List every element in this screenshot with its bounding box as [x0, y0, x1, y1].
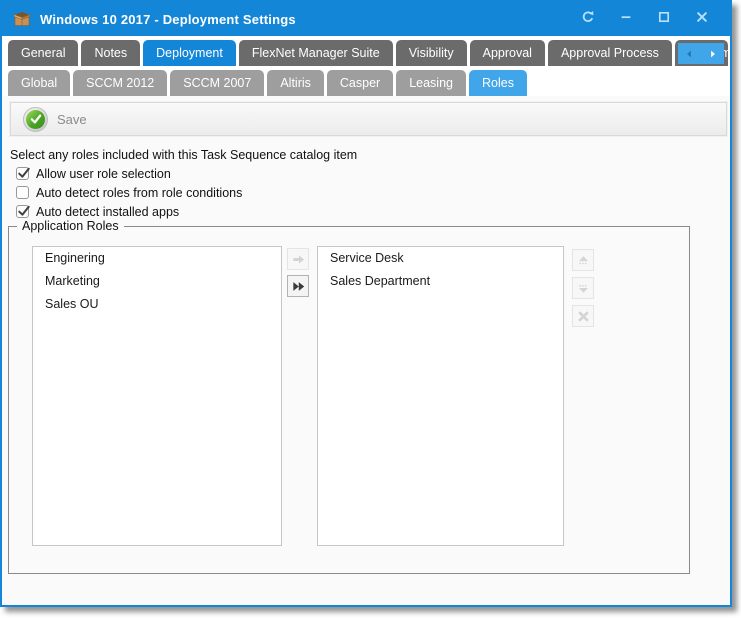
checkbox-auto-detect-roles-from-role-conditions[interactable]: Auto detect roles from role conditions [16, 183, 242, 202]
subtab-sccm-2012[interactable]: SCCM 2012 [73, 70, 167, 96]
role-options-group: Allow user role selection Auto detect rol… [16, 164, 242, 221]
checked-checkbox-icon[interactable] [16, 167, 29, 180]
save-button[interactable]: Save [11, 103, 99, 135]
list-item-sales-department[interactable]: Sales Department [318, 270, 563, 293]
check-circle-icon [23, 107, 48, 132]
subtab-global[interactable]: Global [8, 70, 70, 96]
move-right-button[interactable] [287, 248, 309, 270]
list-item-marketing[interactable]: Marketing [33, 270, 281, 293]
tab-scroller[interactable] [678, 43, 724, 64]
double-arrow-right-icon [291, 279, 306, 294]
assigned-roles-list[interactable]: Service DeskSales Department [317, 246, 564, 546]
checkbox-label: Allow user role selection [36, 167, 171, 181]
maximize-button[interactable] [656, 11, 672, 27]
tab-general[interactable]: General [8, 40, 78, 66]
tab-approval-process[interactable]: Approval Process [548, 40, 672, 66]
sub-tab-row: GlobalSCCM 2012SCCM 2007AltirisCasperLea… [8, 70, 728, 96]
arrow-down-icon [576, 281, 591, 296]
roles-tab-panel: Save Select any roles included with this… [2, 96, 730, 605]
chevron-right-icon[interactable] [707, 48, 719, 60]
tab-approval[interactable]: Approval [470, 40, 545, 66]
tab-deployment[interactable]: Deployment [143, 40, 236, 66]
titlebar: Windows 10 2017 - Deployment Settings [2, 2, 730, 36]
subtab-sccm-2007[interactable]: SCCM 2007 [170, 70, 264, 96]
tab-notes[interactable]: Notes [81, 40, 140, 66]
checked-checkbox-icon[interactable] [16, 205, 29, 218]
subtab-casper[interactable]: Casper [327, 70, 393, 96]
instruction-text: Select any roles included with this Task… [10, 148, 357, 162]
list-item-enginering[interactable]: Enginering [33, 247, 281, 270]
minimize-button[interactable] [618, 11, 634, 27]
arrow-right-icon [291, 252, 306, 267]
available-roles-list[interactable]: EngineringMarketingSales OU [32, 246, 282, 546]
save-button-label: Save [57, 112, 87, 127]
checkbox-label: Auto detect installed apps [36, 205, 179, 219]
arrow-up-icon [576, 253, 591, 268]
move-all-right-button[interactable] [287, 275, 309, 297]
refresh-button[interactable] [580, 11, 596, 27]
refresh-icon [581, 10, 595, 29]
application-roles-groupbox: Application Roles EngineringMarketingSal… [8, 226, 690, 574]
chevron-left-icon[interactable] [683, 48, 695, 60]
tab-visibility[interactable]: Visibility [396, 40, 467, 66]
groupbox-label: Application Roles [17, 219, 124, 233]
list-item-service-desk[interactable]: Service Desk [318, 247, 563, 270]
close-icon [695, 10, 709, 29]
tab-flexnet-manager-suite[interactable]: FlexNet Manager Suite [239, 40, 393, 66]
delete-x-icon [576, 309, 591, 324]
unchecked-checkbox-icon[interactable] [16, 186, 29, 199]
remove-button[interactable] [572, 305, 594, 327]
subtab-leasing[interactable]: Leasing [396, 70, 466, 96]
window-title: Windows 10 2017 - Deployment Settings [40, 12, 296, 27]
package-icon [12, 9, 32, 29]
subtab-altiris[interactable]: Altiris [267, 70, 324, 96]
move-down-button[interactable] [572, 277, 594, 299]
checkbox-label: Auto detect roles from role conditions [36, 186, 242, 200]
close-button[interactable] [694, 11, 710, 27]
move-up-button[interactable] [572, 249, 594, 271]
window-controls [580, 11, 720, 27]
minimize-icon [619, 10, 633, 29]
list-item-sales-ou[interactable]: Sales OU [33, 293, 281, 316]
checkbox-allow-user-role-selection[interactable]: Allow user role selection [16, 164, 242, 183]
maximize-icon [657, 10, 671, 29]
subtab-roles[interactable]: Roles [469, 70, 527, 96]
main-tab-row: GeneralNotesDeploymentFlexNet Manager Su… [8, 40, 728, 66]
deployment-settings-window: Windows 10 2017 - Deployment Settings Ge… [0, 0, 732, 607]
toolbar: Save [10, 102, 727, 136]
